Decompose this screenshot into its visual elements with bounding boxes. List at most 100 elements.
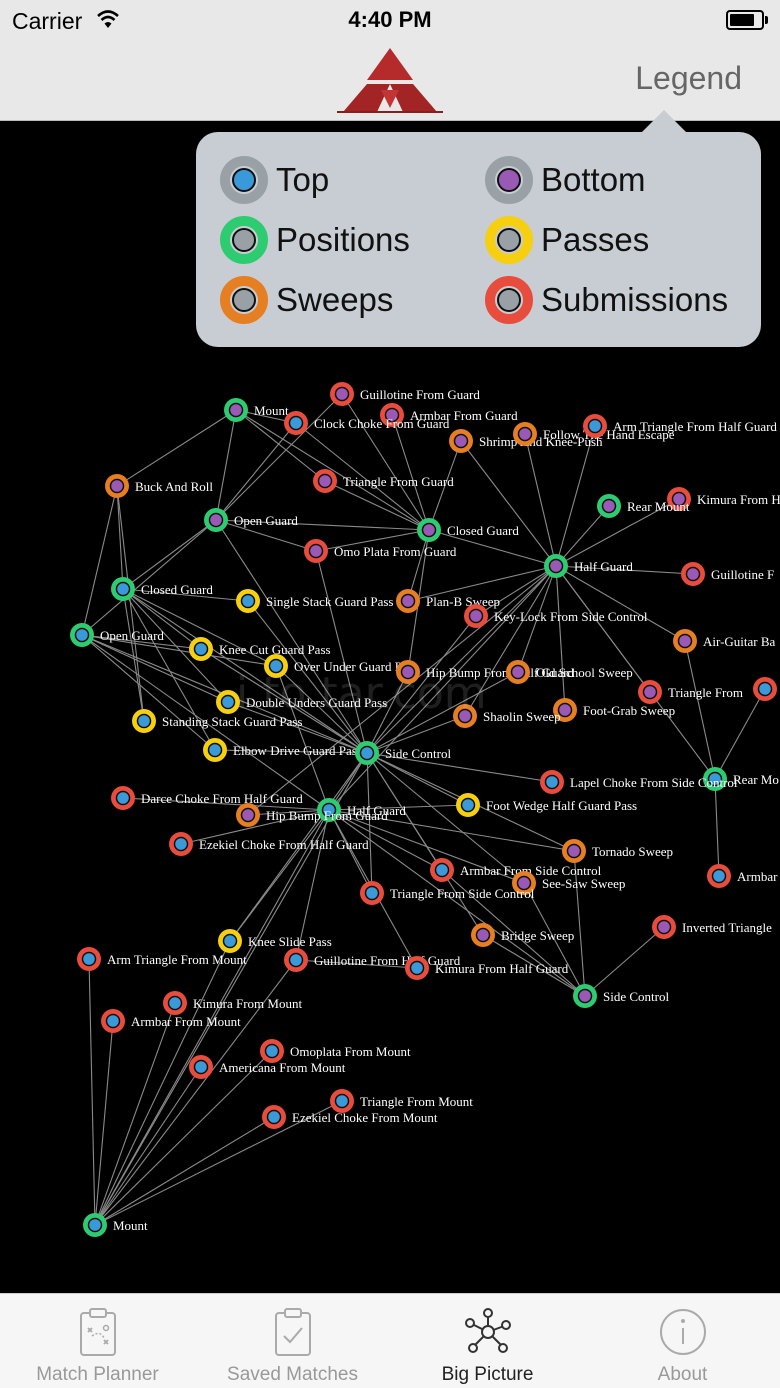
graph-node-closed-guard-t[interactable]: Closed Guard — [111, 577, 213, 601]
legend-swatch-passes-icon — [485, 216, 533, 264]
node-label: Inverted Triangle — [682, 920, 772, 935]
graph-edge — [94, 1050, 273, 1226]
node-core — [87, 1217, 103, 1233]
clipboard-check-icon — [275, 1308, 311, 1356]
node-label: Guillotine From Guard — [360, 387, 480, 402]
node-label: Closed Guard — [447, 523, 519, 538]
graph-node-tri-side[interactable]: Triangle From Side Control — [360, 881, 535, 905]
node-label: Buck And Roll — [135, 479, 213, 494]
node-core — [677, 633, 693, 649]
legend-swatch-bottom-icon — [485, 156, 533, 204]
node-label: Shaolin Sweep — [483, 709, 561, 724]
graph-node-side-control-t[interactable]: Side Control — [355, 741, 451, 765]
graph-node-guillotine-guard[interactable]: Guillotine From Guard — [330, 382, 480, 406]
node-label: Arm Triangle From Half Guard — [613, 419, 777, 434]
node-label: Ezekiel Choke From Mount — [292, 1110, 438, 1125]
node-label: Open Guard — [100, 628, 164, 643]
node-core — [334, 386, 350, 402]
node-label: Darce Choke From Half Guard — [141, 791, 303, 806]
graph-node-tri-from[interactable]: Triangle From — [638, 680, 743, 704]
graph-node-kimura-mount[interactable]: Kimura From Mount — [163, 991, 302, 1015]
graph-edge — [94, 940, 231, 1226]
legend-item-bottom: Bottom — [485, 155, 646, 205]
graph-node-armbar-right[interactable]: Armbar — [707, 864, 778, 888]
legend-item-positions: Positions — [220, 215, 410, 265]
graph-node-bridge[interactable]: Bridge Sweep — [471, 923, 574, 947]
graph-edge — [235, 409, 326, 482]
nav-bar: Legend — [0, 40, 780, 121]
graph-node-side-control-b[interactable]: Side Control — [573, 984, 669, 1008]
node-core — [434, 862, 450, 878]
graph-edge — [366, 752, 373, 894]
graph-edge — [555, 565, 686, 642]
legend-swatch-sweeps-icon — [220, 276, 268, 324]
graph-node-arm-tri-mount[interactable]: Arm Triangle From Mount — [77, 947, 247, 971]
node-core — [409, 960, 425, 976]
legend-label: Bottom — [541, 161, 646, 198]
graph-node-old-school[interactable]: Old School Sweep — [506, 660, 633, 684]
node-core — [222, 933, 238, 949]
node-core — [460, 797, 476, 813]
graph-node-air-guitar[interactable]: Air-Guitar Ba — [673, 629, 776, 653]
watermark-text: i to tar.com — [236, 668, 487, 719]
node-label: Key-Lock From Side Control — [494, 609, 648, 624]
node-label: Omoplata From Mount — [290, 1044, 411, 1059]
node-core — [264, 1043, 280, 1059]
node-core — [115, 581, 131, 597]
graph-edge — [116, 409, 237, 487]
graph-edge — [584, 926, 665, 997]
node-label: Arm Triangle From Mount — [107, 952, 247, 967]
tab-match-planner[interactable]: Match Planner — [0, 1294, 195, 1388]
tab-big-picture[interactable]: Big Picture — [390, 1294, 585, 1388]
graph-node-far-right-sub[interactable] — [753, 677, 777, 701]
node-label: Side Control — [603, 989, 669, 1004]
graph-node-mount-b[interactable]: Mount — [224, 398, 289, 422]
node-label: Kimura From H — [697, 492, 780, 507]
graph-node-single-stack[interactable]: Single Stack Guard Pass — [236, 589, 393, 613]
node-core — [364, 885, 380, 901]
node-core — [288, 952, 304, 968]
info-icon — [660, 1309, 706, 1355]
node-core — [544, 774, 560, 790]
legend-button[interactable]: Legend — [635, 60, 742, 97]
popover-arrow — [642, 110, 686, 132]
tab-label: Big Picture — [441, 1364, 534, 1385]
graph-node-buck-roll[interactable]: Buck And Roll — [105, 474, 213, 498]
tab-label: Match Planner — [36, 1364, 159, 1385]
node-label: Mount — [113, 1218, 148, 1233]
graph-node-guillotine-f[interactable]: Guillotine F — [681, 562, 774, 586]
legend-item-submissions: Submissions — [485, 275, 728, 325]
graph-node-tornado[interactable]: Tornado Sweep — [562, 839, 673, 863]
node-label: Armbar — [737, 869, 778, 884]
node-label: Air-Guitar Ba — [703, 634, 776, 649]
graph-edge — [391, 414, 430, 531]
tab-label: About — [657, 1364, 708, 1385]
node-label: Bridge Sweep — [501, 928, 574, 943]
graph-node-closed-guard-b[interactable]: Closed Guard — [417, 518, 519, 542]
graph-node-ezekiel-half[interactable]: Ezekiel Choke From Half Guard — [169, 832, 369, 856]
graph-node-omoplata-guard[interactable]: Omo Plata From Guard — [304, 539, 457, 563]
node-core — [74, 627, 90, 643]
graph-edge — [88, 958, 96, 1226]
node-label: Tornado Sweep — [592, 844, 673, 859]
graph-node-half-guard-b[interactable]: Half Guard — [544, 554, 633, 578]
node-label: Clock Choke From Guard — [314, 416, 450, 431]
tab-about[interactable]: About — [585, 1294, 780, 1388]
legend-label: Top — [276, 161, 330, 198]
clock-time: 4:40 PM — [348, 7, 432, 32]
node-label: Americana From Mount — [219, 1060, 346, 1075]
graph-edge — [81, 485, 118, 636]
graph-node-knee-slide[interactable]: Knee Slide Pass — [218, 929, 332, 953]
node-core — [208, 512, 224, 528]
node-core — [228, 402, 244, 418]
battery-icon — [726, 10, 768, 30]
tab-saved-matches[interactable]: Saved Matches — [195, 1294, 390, 1388]
graph-node-mount-t[interactable]: Mount — [83, 1213, 148, 1237]
node-core — [577, 988, 593, 1004]
graph-node-open-guard-b[interactable]: Open Guard — [204, 508, 298, 532]
node-core — [642, 684, 658, 700]
graph-node-foot-wedge[interactable]: Foot Wedge Half Guard Pass — [456, 793, 637, 817]
graph-node-tri-guard[interactable]: Triangle From Guard — [313, 469, 454, 493]
graph-node-inverted-tri[interactable]: Inverted Triangle — [652, 915, 772, 939]
node-core — [510, 664, 526, 680]
